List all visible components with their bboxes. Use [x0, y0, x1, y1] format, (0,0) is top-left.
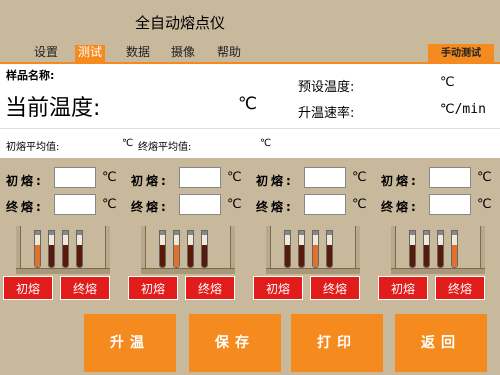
capillary-rack — [16, 226, 110, 274]
rack-base — [16, 268, 110, 274]
final-melt-input[interactable] — [179, 194, 221, 215]
final-melt-button[interactable]: 终熔 — [60, 276, 110, 300]
melt-button-pair: 初熔 终熔 — [125, 276, 247, 300]
initial-melt-button[interactable]: 初熔 — [3, 276, 53, 300]
initial-melt-unit: ℃ — [227, 170, 242, 185]
current-temp-unit: ℃ — [238, 94, 258, 114]
initial-melt-label: 初熔: — [256, 174, 294, 188]
capillary-tube — [284, 230, 291, 268]
melt-button-pair: 初熔 终熔 — [250, 276, 372, 300]
capillary-tube — [159, 230, 166, 268]
capillary-rack — [141, 226, 235, 274]
rack-left-wall — [266, 226, 271, 274]
initial-melt-unit: ℃ — [102, 170, 117, 185]
rack-right-wall — [105, 226, 110, 274]
initial-melt-input[interactable] — [54, 167, 96, 188]
initial-average-label: 初熔平均值: — [6, 142, 60, 153]
menu-item-help[interactable]: 帮助 — [214, 45, 244, 62]
final-melt-label: 终熔: — [381, 200, 419, 214]
rack-right-wall — [230, 226, 235, 274]
menu-item-data[interactable]: 数据 — [123, 45, 153, 62]
final-melt-input[interactable] — [54, 194, 96, 215]
initial-melt-label: 初熔: — [6, 174, 44, 188]
initial-melt-input[interactable] — [179, 167, 221, 188]
menu-bar: 设置 测试 数据 摄像 帮助 — [0, 42, 500, 62]
final-melt-label: 终熔: — [256, 200, 294, 214]
capillary-tube — [437, 230, 444, 268]
heating-rate-label: 升温速率: — [298, 106, 355, 121]
initial-melt-button[interactable]: 初熔 — [378, 276, 428, 300]
sample-group-2: 初熔: ℃ 终熔: ℃ 初熔 终熔 — [125, 160, 249, 300]
final-average-unit: ℃ — [260, 138, 272, 149]
final-melt-button[interactable]: 终熔 — [310, 276, 360, 300]
menu-item-camera[interactable]: 摄像 — [168, 45, 198, 62]
info-panel: 样品名称: 当前温度: ℃ 预设温度: ℃ 升温速率: ℃/min — [0, 64, 500, 128]
final-melt-unit: ℃ — [477, 197, 492, 212]
back-button[interactable]: 返回 — [395, 314, 487, 372]
initial-melt-unit: ℃ — [352, 170, 367, 185]
final-melt-button[interactable]: 终熔 — [185, 276, 235, 300]
initial-melt-input[interactable] — [429, 167, 471, 188]
melt-button-pair: 初熔 终熔 — [0, 276, 122, 300]
initial-melt-button[interactable]: 初熔 — [253, 276, 303, 300]
final-average-label: 终熔平均值: — [138, 142, 192, 153]
rack-left-wall — [16, 226, 21, 274]
heat-button[interactable]: 升温 — [84, 314, 176, 372]
final-melt-unit: ℃ — [227, 197, 242, 212]
final-melt-label: 终熔: — [131, 200, 169, 214]
sample-group-3: 初熔: ℃ 终熔: ℃ 初熔 终熔 — [250, 160, 374, 300]
capillary-rack — [391, 226, 485, 274]
capillary-tube — [298, 230, 305, 268]
initial-melt-button[interactable]: 初熔 — [128, 276, 178, 300]
menu-item-test[interactable]: 测试 — [75, 45, 106, 62]
initial-average-unit: ℃ — [122, 138, 134, 149]
save-button[interactable]: 保存 — [189, 314, 281, 372]
rack-right-wall — [355, 226, 360, 274]
capillary-tube — [187, 230, 194, 268]
rack-left-wall — [391, 226, 396, 274]
current-temp-label: 当前温度: — [5, 96, 101, 121]
rack-right-wall — [480, 226, 485, 274]
preset-temp-unit: ℃ — [440, 75, 455, 90]
sample-name-label: 样品名称: — [6, 69, 55, 82]
preset-temp-label: 预设温度: — [298, 80, 355, 95]
rack-base — [266, 268, 360, 274]
capillary-tube — [48, 230, 55, 268]
initial-melt-unit: ℃ — [477, 170, 492, 185]
capillary-tube — [76, 230, 83, 268]
capillary-tube — [201, 230, 208, 268]
final-melt-unit: ℃ — [352, 197, 367, 212]
sample-group-1: 初熔: ℃ 终熔: ℃ 初熔 终熔 — [0, 160, 124, 300]
capillary-tube — [173, 230, 180, 268]
capillary-tube — [423, 230, 430, 268]
rack-left-wall — [141, 226, 146, 274]
rack-base — [141, 268, 235, 274]
capillary-tube — [326, 230, 333, 268]
initial-melt-input[interactable] — [304, 167, 346, 188]
final-melt-input[interactable] — [304, 194, 346, 215]
capillary-tube — [62, 230, 69, 268]
app-title: 全自动熔点仪 — [135, 14, 226, 32]
manual-test-button[interactable]: 手动测试 — [428, 44, 494, 63]
menu-item-settings[interactable]: 设置 — [31, 45, 61, 62]
final-melt-input[interactable] — [429, 194, 471, 215]
capillary-tube — [409, 230, 416, 268]
final-melt-button[interactable]: 终熔 — [435, 276, 485, 300]
melt-button-pair: 初熔 终熔 — [375, 276, 497, 300]
heating-rate-unit: ℃/min — [440, 102, 486, 117]
sample-group-4: 初熔: ℃ 终熔: ℃ 初熔 终熔 — [375, 160, 499, 300]
rack-base — [391, 268, 485, 274]
averages-panel: 初熔平均值: ℃ 终熔平均值: ℃ — [0, 128, 500, 158]
final-melt-label: 终熔: — [6, 200, 44, 214]
title-bar: 全自动熔点仪 — [0, 0, 500, 42]
print-button[interactable]: 打印 — [291, 314, 383, 372]
capillary-rack — [266, 226, 360, 274]
initial-melt-label: 初熔: — [381, 174, 419, 188]
capillary-tube — [312, 230, 319, 268]
initial-melt-label: 初熔: — [131, 174, 169, 188]
final-melt-unit: ℃ — [102, 197, 117, 212]
capillary-tube — [451, 230, 458, 268]
capillary-tube — [34, 230, 41, 268]
